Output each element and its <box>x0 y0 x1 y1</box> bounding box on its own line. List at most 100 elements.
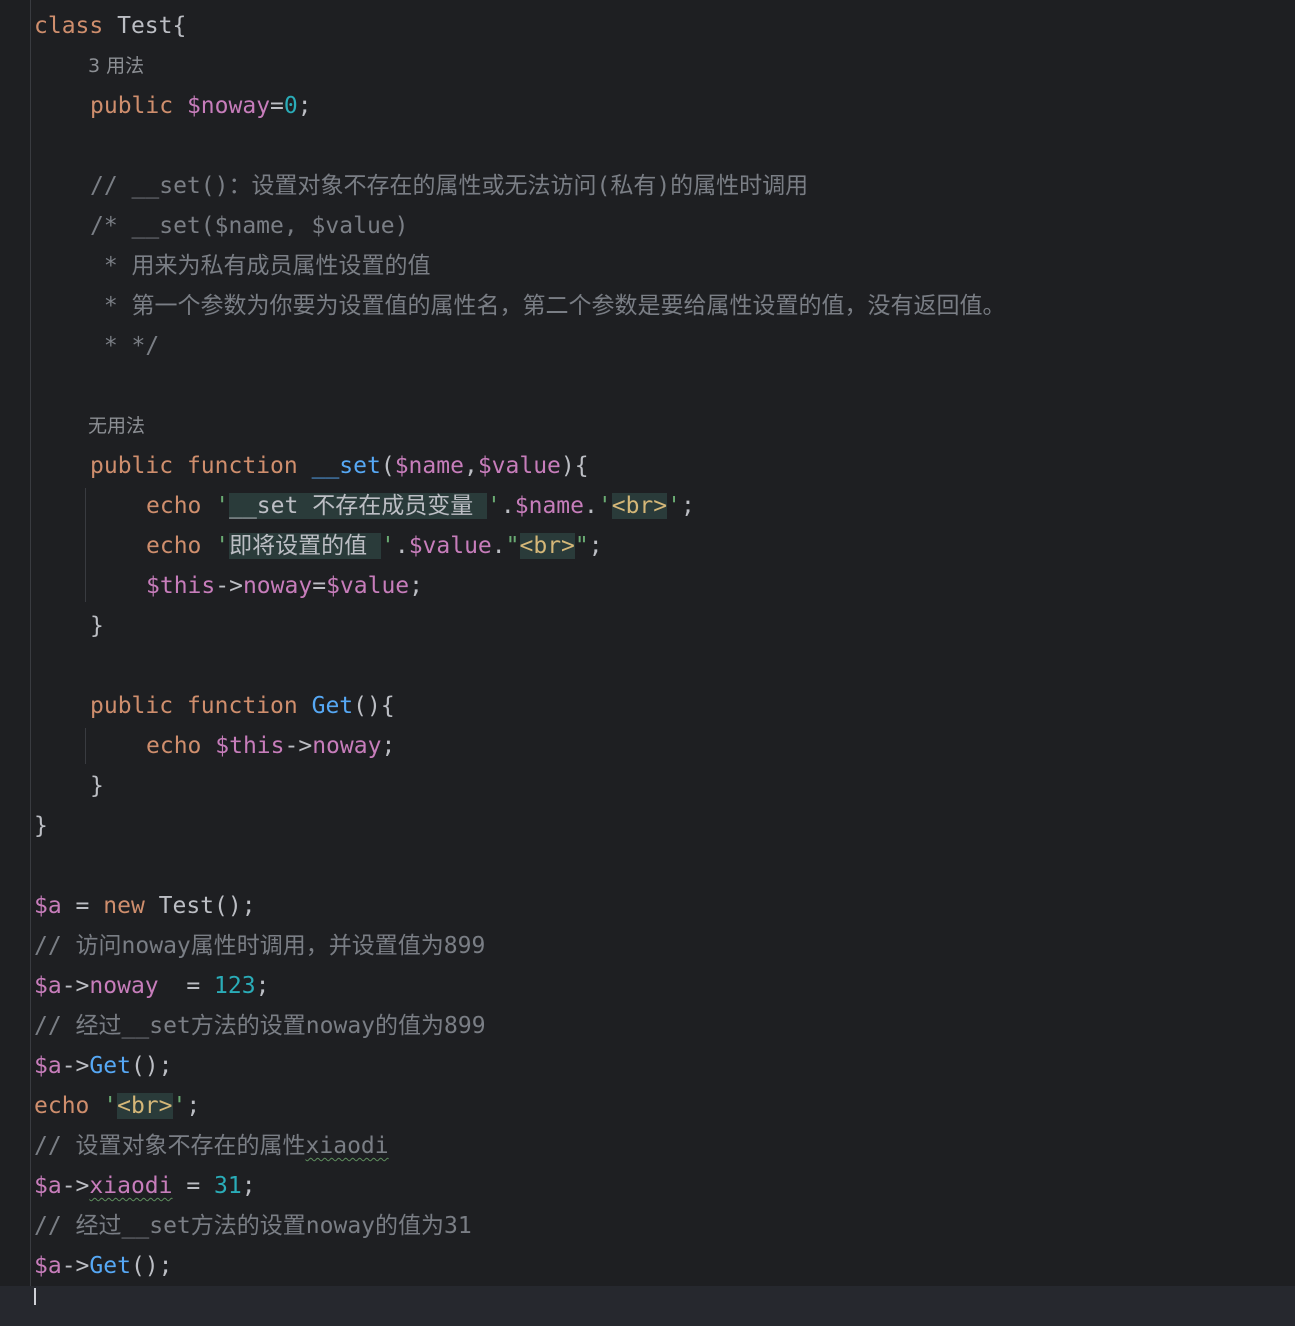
keyword: public <box>90 453 174 479</box>
comment-line: // 经过__set方法的设置noway的值为31 <box>34 1206 1295 1246</box>
comment: // 设置对象不存在的属性 <box>34 1133 306 1159</box>
operator: . <box>394 533 409 559</box>
keyword: public <box>90 693 174 719</box>
keyword: function <box>186 693 298 719</box>
usage-hint-text[interactable]: 无用法 <box>88 415 145 437</box>
comment: // 经过__set方法的设置noway的值为31 <box>34 1213 472 1239</box>
function-name: Get <box>311 693 354 719</box>
function-name: __set <box>311 453 381 479</box>
code-line: } <box>34 606 1295 646</box>
comment: // __set()：设置对象不存在的属性或无法访问(私有)的属性时调用 <box>90 173 809 199</box>
comment: * 第一个参数为你要为设置值的属性名，第二个参数是要给属性设置的值，没有返回值。 <box>90 293 1006 319</box>
html-tag: <br> <box>519 533 575 559</box>
constructor-call: Test(); <box>144 893 256 919</box>
current-line[interactable] <box>0 1286 1295 1326</box>
brace: } <box>90 773 104 799</box>
variable: $a <box>34 1173 62 1199</box>
variable: $this <box>146 573 216 599</box>
class-name: Test{ <box>117 13 187 39</box>
comment: * 用来为私有成员属性设置的值 <box>90 253 431 279</box>
comment-line: * 第一个参数为你要为设置值的属性名，第二个参数是要给属性设置的值，没有返回值。 <box>34 286 1295 326</box>
quote: ' <box>597 493 612 519</box>
quote: ' <box>172 1093 187 1119</box>
variable: $value <box>326 573 410 599</box>
code-line: public $noway=0; <box>34 86 1295 126</box>
parameter: $name <box>394 453 464 479</box>
operator: = <box>270 93 284 119</box>
brace: } <box>90 613 104 639</box>
code-line: echo '即将设置的值 '.$value."<br>"; <box>34 526 1295 566</box>
quote: ' <box>667 493 681 519</box>
quote: ' <box>380 533 395 559</box>
gutter-separator <box>30 0 31 1305</box>
operator: = <box>172 1173 215 1199</box>
html-tag: <br> <box>611 493 668 519</box>
code-line: $this->noway=$value; <box>34 566 1295 606</box>
property[interactable]: xiaodi <box>89 1173 172 1199</box>
property: noway <box>89 973 159 999</box>
semicolon: ; <box>409 573 424 599</box>
operator: -> <box>61 1053 90 1079</box>
variable: $a <box>34 1053 62 1079</box>
operator: . <box>500 493 515 519</box>
comma: , <box>463 453 478 479</box>
usage-hint[interactable]: 无用法 <box>34 406 1295 446</box>
code-editor[interactable]: class Test{ 3 用法 public $noway=0; // __s… <box>0 6 1295 1326</box>
parameter: $value <box>477 453 561 479</box>
operator: -> <box>215 573 243 599</box>
quote: " <box>574 533 589 559</box>
semicolon: ; <box>186 1093 201 1119</box>
quote: ' <box>215 533 230 559</box>
comment-line: * 用来为私有成员属性设置的值 <box>34 246 1295 286</box>
variable: $a <box>34 973 62 999</box>
keyword: new <box>103 893 145 919</box>
paren: ){ <box>560 453 589 479</box>
code-line: $a->xiaodi = 31; <box>34 1166 1295 1206</box>
text-caret <box>34 1288 36 1305</box>
property: noway <box>242 573 313 599</box>
number: 0 <box>283 93 298 119</box>
code-line: } <box>34 766 1295 806</box>
operator: = <box>312 573 327 599</box>
operator: -> <box>61 1173 90 1199</box>
operator: . <box>491 533 506 559</box>
keyword: class <box>34 13 104 39</box>
quote: ' <box>215 493 230 519</box>
usage-hint-text[interactable]: 3 用法 <box>88 55 144 77</box>
operator: = <box>61 893 104 919</box>
operator: . <box>584 493 598 519</box>
keyword: echo <box>146 733 202 759</box>
operator: -> <box>61 973 90 999</box>
typo-warning[interactable]: xiaodi <box>306 1133 389 1159</box>
code-line: $a->noway = 123; <box>34 966 1295 1006</box>
semicolon: ; <box>588 533 603 559</box>
method-call: Get <box>89 1253 131 1279</box>
number: 123 <box>214 973 256 999</box>
paren: (); <box>130 1253 173 1279</box>
paren: (); <box>130 1053 173 1079</box>
comment-line: // __set()：设置对象不存在的属性或无法访问(私有)的属性时调用 <box>34 166 1295 206</box>
code-line: $a->Get(); <box>34 1046 1295 1086</box>
semicolon: ; <box>381 733 396 759</box>
semicolon: ; <box>241 1173 256 1199</box>
comment-line: /* __set($name, $value) <box>34 206 1295 246</box>
code-line: $a->Get(); <box>34 1246 1295 1286</box>
paren: (){ <box>353 693 395 719</box>
comment: /* __set($name, $value) <box>90 213 409 239</box>
comment-line: // 设置对象不存在的属性xiaodi <box>34 1126 1295 1166</box>
code-line: echo '__set 不存在成员变量 '.$name.'<br>'; <box>34 486 1295 526</box>
method-call: Get <box>89 1053 131 1079</box>
number: 31 <box>214 1173 242 1199</box>
variable: $this <box>215 733 285 759</box>
usage-hint[interactable]: 3 用法 <box>34 46 1295 86</box>
keyword: public <box>90 93 174 119</box>
semicolon: ; <box>297 93 312 119</box>
comment: // 访问noway属性时调用，并设置值为899 <box>34 933 486 959</box>
operator: -> <box>61 1253 90 1279</box>
string-literal: 即将设置的值 <box>229 533 381 559</box>
quote: ' <box>103 1093 118 1119</box>
